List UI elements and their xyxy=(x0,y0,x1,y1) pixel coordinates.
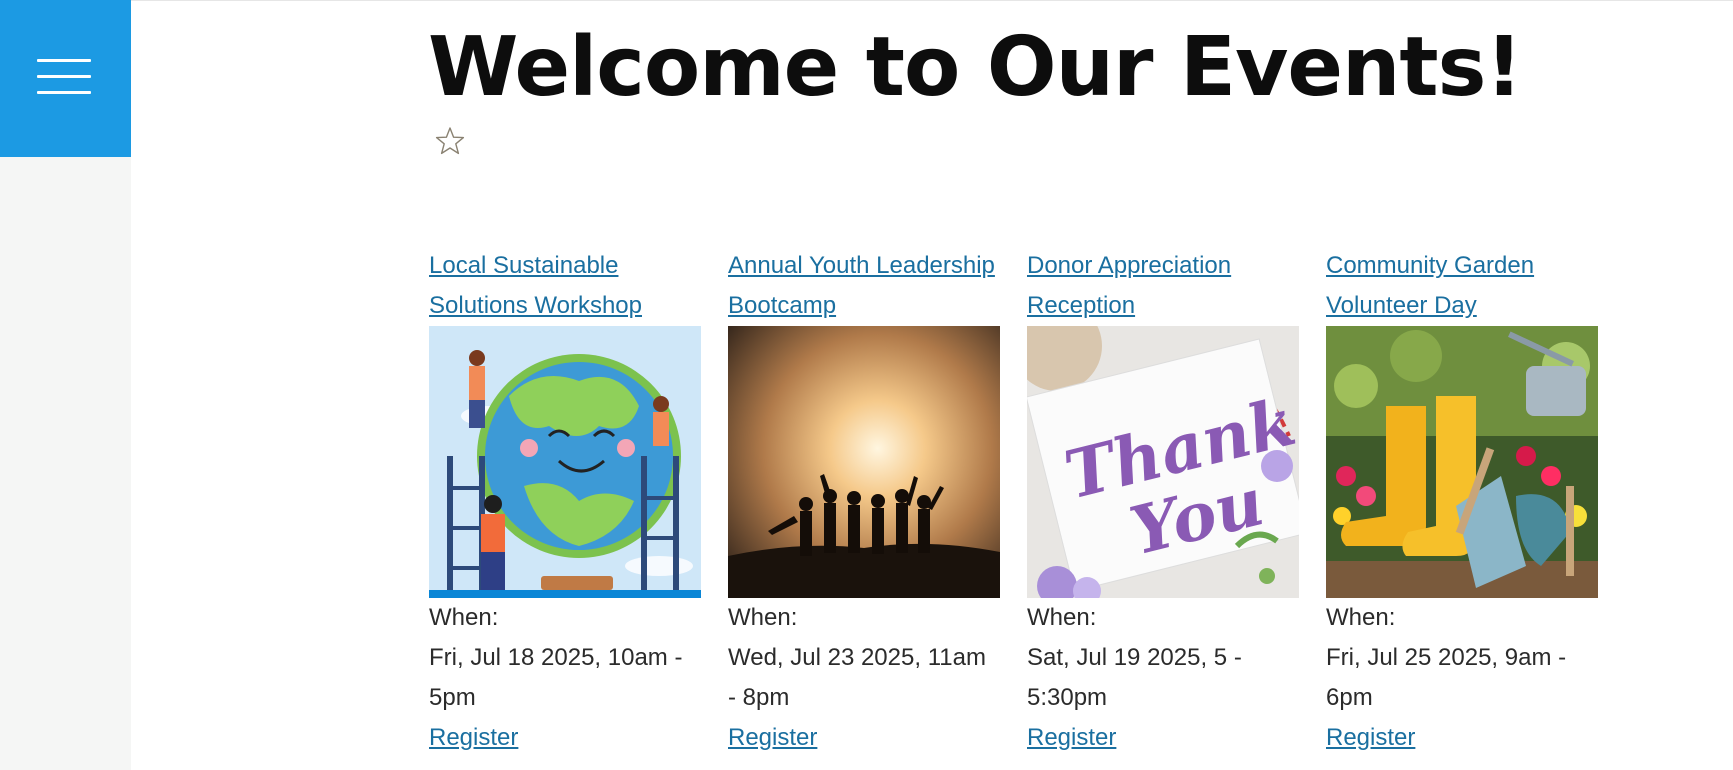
event-title-link[interactable]: Community Garden Volunteer Day xyxy=(1326,246,1598,326)
event-card: Community Garden Volunteer Day When: Fri… xyxy=(1326,246,1598,758)
when-label: When: xyxy=(728,604,798,631)
top-divider xyxy=(131,0,1733,1)
event-title-link[interactable]: Donor Appreciation Reception xyxy=(1027,246,1299,326)
event-datetime: Wed, Jul 23 2025, 11am - 8pm xyxy=(728,644,986,711)
earth-volunteers-image[interactable] xyxy=(429,326,701,598)
event-datetime: Sat, Jul 19 2025, 5 - 5:30pm xyxy=(1027,644,1242,711)
register-link[interactable]: Register xyxy=(1326,718,1415,758)
event-card: Donor Appreciation Reception Thank You W… xyxy=(1027,246,1299,758)
event-datetime: Fri, Jul 25 2025, 9am - 6pm xyxy=(1326,644,1567,711)
event-card: Local Sustainable Solutions Workshop Whe… xyxy=(429,246,701,758)
events-list: Local Sustainable Solutions Workshop Whe… xyxy=(429,246,1598,758)
thank-you-card-image[interactable]: Thank You xyxy=(1027,326,1299,598)
register-link[interactable]: Register xyxy=(429,718,518,758)
star-outline-icon[interactable] xyxy=(434,125,466,157)
when-label: When: xyxy=(429,604,499,631)
event-datetime: Fri, Jul 18 2025, 10am - 5pm xyxy=(429,644,683,711)
event-card: Annual Youth Leadership Bootcamp When: W… xyxy=(728,246,1000,758)
when-label: When: xyxy=(1326,604,1396,631)
sunset-silhouette-image[interactable] xyxy=(728,326,1000,598)
register-link[interactable]: Register xyxy=(728,718,817,758)
register-link[interactable]: Register xyxy=(1027,718,1116,758)
when-label: When: xyxy=(1027,604,1097,631)
event-title-link[interactable]: Local Sustainable Solutions Workshop xyxy=(429,246,701,326)
garden-boots-tools-image[interactable] xyxy=(1326,326,1598,598)
event-title-link[interactable]: Annual Youth Leadership Bootcamp xyxy=(728,246,1000,326)
page-title: Welcome to Our Events! xyxy=(428,20,1523,115)
menu-button[interactable] xyxy=(0,0,131,157)
